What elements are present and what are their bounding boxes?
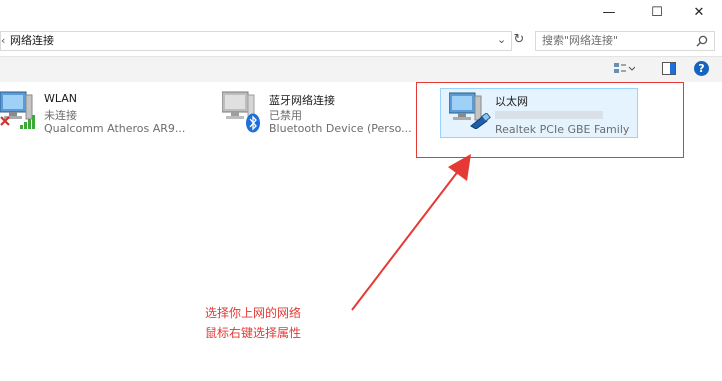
search-icon[interactable]: [696, 35, 708, 47]
annotation-arrow: [351, 154, 471, 311]
connection-name: 蓝牙网络连接: [269, 94, 335, 107]
connection-device: Bluetooth Device (Perso...: [269, 122, 412, 135]
search-field[interactable]: 搜索"网络连接": [535, 31, 715, 51]
breadcrumb[interactable]: 网络连接: [10, 32, 54, 50]
help-button[interactable]: ?: [694, 61, 709, 76]
disconnected-x-icon: [0, 116, 10, 126]
view-options-icon[interactable]: [613, 62, 635, 76]
connection-device: Qualcomm Atheros AR9...: [44, 122, 186, 135]
annotation-text: 选择你上网的网络 鼠标右键选择属性: [205, 303, 301, 343]
chevron-down-icon[interactable]: ⌄: [497, 31, 506, 49]
close-icon: ✕: [693, 4, 705, 20]
search-input[interactable]: 搜索"网络连接": [542, 32, 618, 50]
connection-bluetooth[interactable]: 蓝牙网络连接 已禁用 Bluetooth Device (Perso...: [222, 88, 418, 136]
maximize-icon: ☐: [651, 4, 663, 20]
close-button[interactable]: ✕: [676, 0, 722, 24]
help-icon: ?: [698, 62, 705, 75]
connection-status: 未连接: [44, 109, 77, 122]
preview-pane-icon[interactable]: [662, 62, 676, 75]
connection-wlan[interactable]: WLAN 未连接 Qualcomm Atheros AR9...: [0, 88, 200, 136]
wifi-signal-icon: [20, 115, 35, 129]
address-bar[interactable]: ‹ 网络连接 ⌄: [0, 31, 512, 51]
minimize-icon: —: [602, 4, 616, 20]
refresh-button[interactable]: ↻: [511, 31, 527, 49]
refresh-icon: ↻: [513, 32, 525, 47]
minimize-button[interactable]: —: [586, 0, 632, 24]
maximize-button[interactable]: ☐: [634, 0, 680, 24]
connection-name: WLAN: [44, 92, 78, 105]
connection-status: 已禁用: [269, 109, 302, 122]
highlight-box: [416, 82, 684, 158]
bluetooth-icon: [246, 113, 260, 133]
annotation-line-2: 鼠标右键选择属性: [205, 326, 302, 340]
back-chevron-icon[interactable]: ‹: [1, 32, 5, 50]
annotation-line-1: 选择你上网的网络: [205, 306, 302, 320]
